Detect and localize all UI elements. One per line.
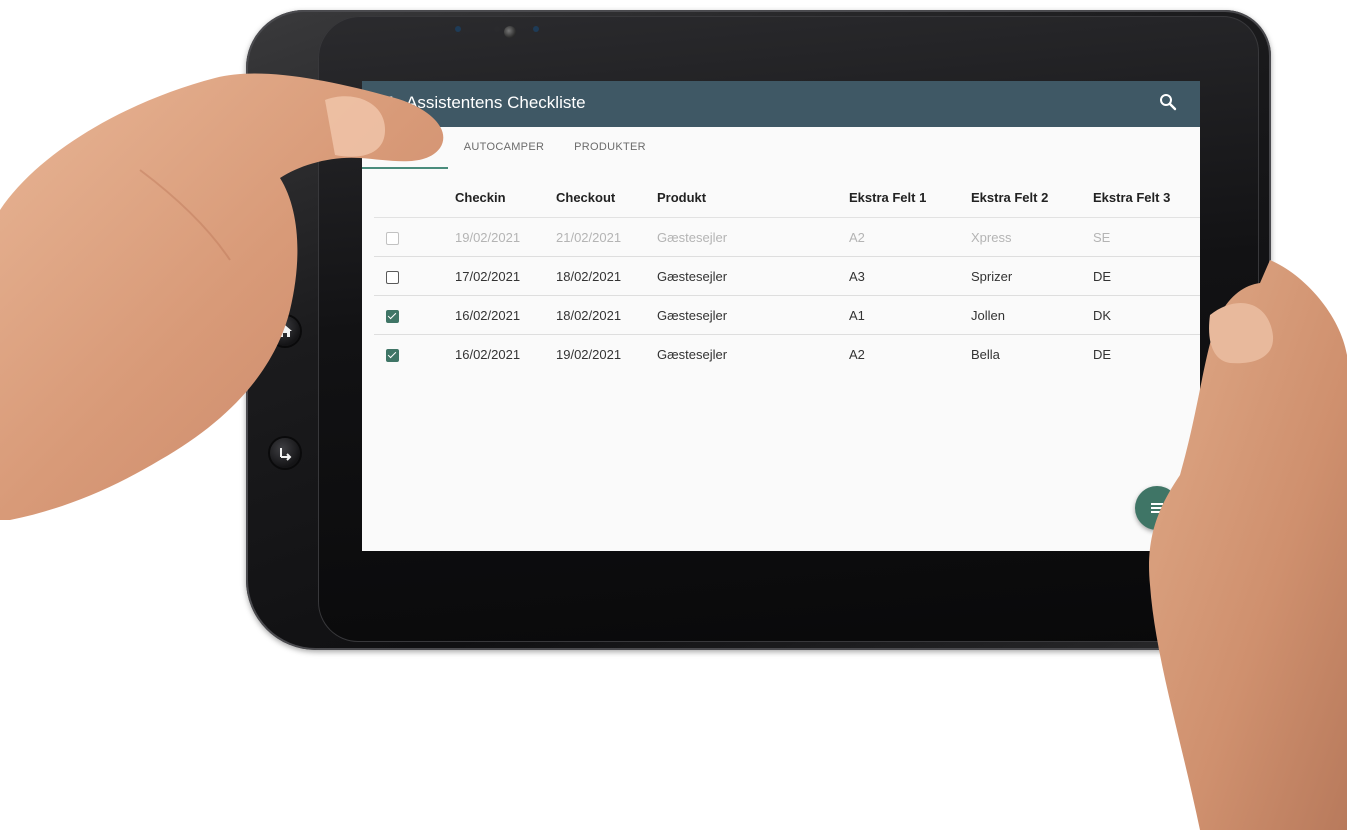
cell-felt2: Jollen [971,295,1093,335]
cell-checkout: 18/02/2021 [556,295,657,335]
table-row[interactable]: 17/02/2021 18/02/2021 Gæstesejler A3 Spr… [374,256,1200,296]
camera-icon [504,26,516,38]
cell-felt1: A3 [849,256,971,296]
cell-checkout: 21/02/2021 [556,217,657,257]
cell-felt1: A2 [849,217,971,257]
checklist-table: Checkin Checkout Produkt Ekstra Felt 1 E… [374,177,1200,373]
cell-felt2: Sprizer [971,256,1093,296]
column-header-ekstra-felt-2[interactable]: Ekstra Felt 2 [971,177,1093,218]
table-header-row: Checkin Checkout Produkt Ekstra Felt 1 E… [374,177,1200,218]
tab-autocamper[interactable]: AUTOCAMPER [458,127,550,167]
column-header-ekstra-felt-3[interactable]: Ekstra Felt 3 [1093,177,1200,218]
left-hand [0,73,444,520]
cell-felt2: Xpress [971,217,1093,257]
column-header-produkt[interactable]: Produkt [657,177,849,218]
cell-felt1: A2 [849,346,865,362]
tab-produkter[interactable]: PRODUKTER [562,127,658,167]
right-hand [1149,260,1347,830]
cell-checkin: 16/02/2021 [455,346,521,362]
cell-produkt: Gæstesejler [657,295,849,335]
cell-produkt: Gæstesejler [657,346,728,362]
app-bar: ☰ Assistentens Checkliste [362,81,1200,127]
cell-checkin: 17/02/2021 [455,256,556,296]
cell-felt1: A1 [849,295,971,335]
cell-produkt: Gæstesejler [657,217,849,257]
cell-checkout: 19/02/2021 [556,346,622,362]
sensor-light [494,26,500,32]
search-icon[interactable] [1158,92,1178,112]
table-row[interactable]: 16/02/2021 18/02/2021 Gæstesejler A1 Jol… [374,295,1200,335]
sensor-light [533,26,539,32]
column-header-checkin[interactable]: Checkin [455,177,556,218]
app-screen: ☰ Assistentens Checkliste AUTOCAMPER PRO… [362,81,1200,551]
column-header-ekstra-felt-1[interactable]: Ekstra Felt 1 [849,177,971,218]
cell-checkin: 19/02/2021 [455,217,556,257]
cell-produkt: Gæstesejler [657,256,849,296]
cell-checkin: 16/02/2021 [455,295,556,335]
column-header-checkout[interactable]: Checkout [556,177,657,218]
sensor-light [455,26,461,32]
table-row[interactable]: 16/02/2021 19/02/2021 Gæstesejler A2 Bel… [374,335,1200,374]
tab-bar: AUTOCAMPER PRODUKTER [362,127,1200,169]
cell-checkout: 18/02/2021 [556,256,657,296]
table-row[interactable]: 19/02/2021 21/02/2021 Gæstesejler A2 Xpr… [374,217,1200,257]
cell-felt3: SE [1093,217,1200,257]
cell-felt2: Bella [971,346,1000,362]
